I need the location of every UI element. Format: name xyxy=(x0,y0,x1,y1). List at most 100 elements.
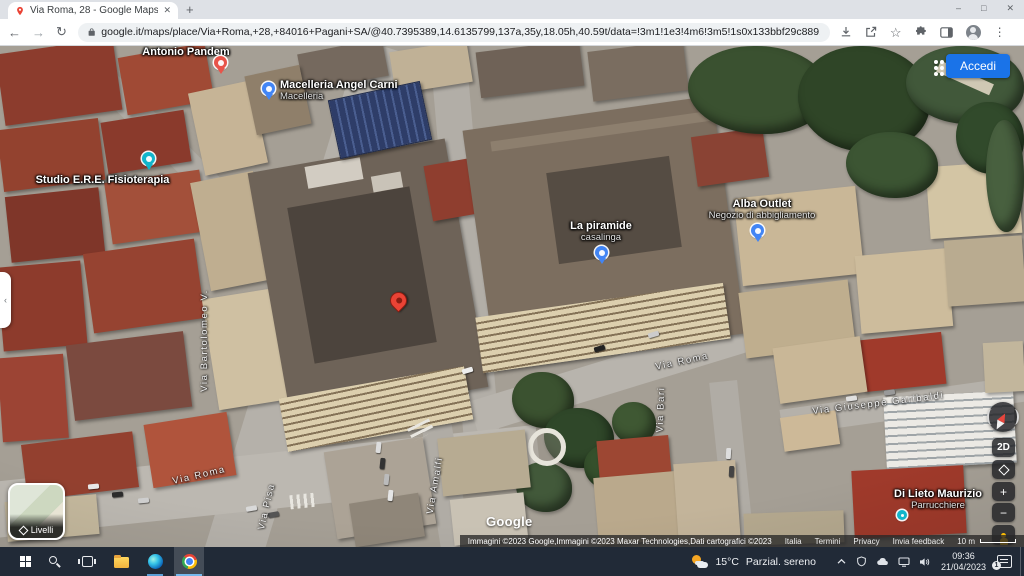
layers-icon xyxy=(18,526,28,536)
health-pin-icon[interactable] xyxy=(142,152,155,165)
side-panel-toggle[interactable]: ‹ xyxy=(0,272,11,328)
task-view-button[interactable] xyxy=(72,547,102,576)
attribution-link[interactable]: Italia xyxy=(785,537,802,546)
street-label: Via Bartolomeo V. xyxy=(199,289,210,392)
maps-pin-favicon xyxy=(15,6,25,16)
menu-kebab-icon[interactable]: ⋮ xyxy=(994,26,1006,38)
google-watermark: Google xyxy=(486,514,533,529)
reload-icon[interactable]: ↻ xyxy=(56,24,67,40)
system-tray xyxy=(836,556,930,567)
profile-avatar[interactable] xyxy=(966,25,981,40)
map-crosswalk xyxy=(289,493,316,510)
new-tab-button[interactable]: + xyxy=(186,2,194,17)
weather-temp: 15°C xyxy=(715,556,738,568)
map-building xyxy=(855,248,953,334)
chrome-button[interactable] xyxy=(174,547,204,576)
forward-icon[interactable]: → xyxy=(32,25,45,40)
map-building xyxy=(476,46,585,98)
map-car xyxy=(726,448,732,459)
address-bar[interactable]: google.it/maps/place/Via+Roma,+28,+84016… xyxy=(78,23,830,42)
satellite-canvas xyxy=(0,46,1024,547)
download-icon[interactable] xyxy=(840,26,852,38)
poi-label[interactable]: Antonio Pandem xyxy=(116,46,256,58)
tray-chevron-icon[interactable] xyxy=(836,557,847,566)
shopping-pin-icon[interactable] xyxy=(262,82,275,95)
map-building xyxy=(83,239,205,334)
lock-icon xyxy=(88,27,95,37)
weather-sun-cloud-icon xyxy=(692,555,708,568)
shopping-pin-icon[interactable] xyxy=(751,224,764,237)
extensions-puzzle-icon[interactable] xyxy=(915,26,927,38)
poi-label[interactable]: Macelleria Angel Carni Macelleria xyxy=(280,79,450,103)
street-label: Via Bari xyxy=(655,386,668,432)
tab-google-maps[interactable]: Via Roma, 28 - Google Maps ✕ xyxy=(8,2,178,19)
notification-badge: 1 xyxy=(992,561,1001,570)
zoom-out-button[interactable]: − xyxy=(992,503,1015,522)
satellite-map[interactable]: Antonio Pandem Macelleria Angel Carni Ma… xyxy=(0,46,1024,547)
restaurant-pin-icon[interactable] xyxy=(214,56,227,69)
taskbar-search[interactable] xyxy=(38,547,68,576)
action-center-icon[interactable]: 1 xyxy=(997,555,1012,568)
close-icon[interactable]: ✕ xyxy=(1006,3,1014,14)
attribution-link[interactable]: Privacy xyxy=(853,537,879,546)
minimize-icon[interactable]: – xyxy=(956,3,961,14)
google-apps-grid-icon[interactable] xyxy=(934,60,938,64)
tab-close-icon[interactable]: ✕ xyxy=(163,5,171,16)
map-building xyxy=(773,336,868,404)
url-text: google.it/maps/place/Via+Roma,+28,+84016… xyxy=(101,26,820,38)
barber-pin-icon[interactable] xyxy=(897,510,907,520)
toolbar-icons: ☆ ⋮ xyxy=(840,25,1006,40)
poi-label[interactable]: La piramide casalinga xyxy=(536,220,666,244)
map-building xyxy=(691,127,769,187)
map-detail xyxy=(546,156,682,264)
map-building xyxy=(0,46,122,126)
tilt-control-button[interactable] xyxy=(992,460,1015,479)
display-icon[interactable] xyxy=(898,557,910,567)
poi-label[interactable]: Alba Outlet Negozio di abbigliamento xyxy=(687,198,837,222)
scale-label: 10 m xyxy=(957,537,975,546)
bookmark-star-icon[interactable]: ☆ xyxy=(890,26,902,39)
map-building xyxy=(0,260,88,351)
edge-button[interactable] xyxy=(140,547,170,576)
side-panel-icon[interactable] xyxy=(940,27,953,38)
security-shield-icon[interactable] xyxy=(856,556,867,567)
browser-tabstrip: Via Roma, 28 - Google Maps ✕ + – □ ✕ xyxy=(0,0,1024,19)
show-desktop-button[interactable] xyxy=(1020,547,1024,576)
clock-time: 09:36 xyxy=(941,551,986,562)
map-attribution: Immagini ©2023 Google,Immagini ©2023 Max… xyxy=(460,535,1024,547)
search-icon xyxy=(47,554,58,565)
desktop-screen: Via Roma, 28 - Google Maps ✕ + – □ ✕ ← →… xyxy=(0,0,1024,576)
onedrive-cloud-icon[interactable] xyxy=(876,557,889,566)
compass-needle-icon xyxy=(997,411,1008,423)
chrome-icon xyxy=(182,554,197,569)
layers-control[interactable]: Livelli xyxy=(8,483,65,540)
volume-icon[interactable] xyxy=(919,557,930,567)
poi-label[interactable]: Di Lieto Maurizio Parrucchiere xyxy=(868,488,1008,512)
file-explorer-button[interactable] xyxy=(106,547,136,576)
start-button[interactable] xyxy=(4,547,34,576)
compass-control[interactable] xyxy=(988,402,1018,432)
attribution-link[interactable]: Invia feedback xyxy=(893,537,945,546)
attribution-link[interactable]: Termini xyxy=(815,537,841,546)
maximize-icon[interactable]: □ xyxy=(981,3,986,14)
zoom-in-button[interactable]: + xyxy=(992,482,1015,501)
map-building xyxy=(0,354,69,442)
weather-widget[interactable]: 15°C Parzial. sereno xyxy=(692,555,816,568)
map-building xyxy=(437,430,531,497)
map-building xyxy=(587,46,688,102)
taskbar-clock[interactable]: 09:36 21/04/2023 xyxy=(941,551,986,572)
poi-label[interactable]: Studio E.R.E. Fisioterapia xyxy=(20,174,185,186)
map-building xyxy=(5,187,105,262)
2d-mode-button[interactable]: 2D xyxy=(992,438,1015,457)
share-icon[interactable] xyxy=(865,26,877,38)
edge-icon xyxy=(148,554,163,569)
shopping-pin-icon[interactable] xyxy=(595,246,608,259)
sign-in-button[interactable]: Accedi xyxy=(946,54,1010,78)
map-building xyxy=(780,410,840,451)
windows-taskbar: 15°C Parzial. sereno 09:36 21/04/2023 1 xyxy=(0,547,1024,576)
scale-bar xyxy=(980,539,1016,543)
map-building xyxy=(983,341,1024,393)
layers-label: Livelli xyxy=(31,525,54,535)
map-car xyxy=(729,466,735,477)
back-icon[interactable]: ← xyxy=(8,25,21,40)
